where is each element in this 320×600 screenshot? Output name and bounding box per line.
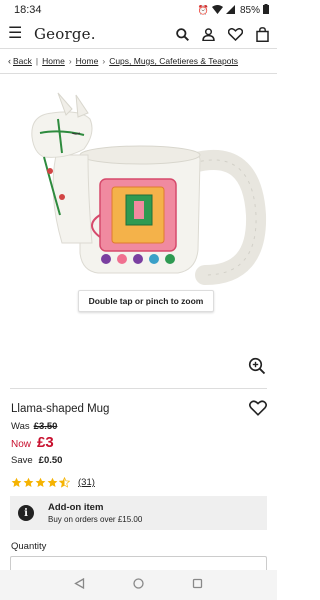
quantity-label: Quantity bbox=[11, 541, 47, 552]
star-icon bbox=[11, 477, 22, 487]
review-count-link[interactable]: (31) bbox=[78, 477, 95, 488]
add-to-wishlist-heart-icon[interactable] bbox=[249, 400, 267, 421]
battery-icon bbox=[263, 4, 269, 16]
account-icon[interactable] bbox=[202, 27, 215, 41]
site-header: ☰ George. bbox=[0, 20, 277, 48]
now-price: £3 bbox=[37, 434, 54, 451]
system-nav-bar bbox=[0, 570, 277, 600]
add-on-title: Add-on item bbox=[48, 502, 104, 513]
recents-square-icon[interactable] bbox=[192, 576, 203, 594]
now-label: Now bbox=[11, 439, 32, 450]
divider bbox=[10, 388, 267, 389]
add-on-item-notice: i Add-on item Buy on orders over £15.00 bbox=[10, 496, 267, 530]
star-icon bbox=[35, 477, 46, 487]
chevron-left-icon: ‹ bbox=[8, 56, 11, 66]
breadcrumb-separator: | bbox=[35, 56, 39, 66]
wishlist-icon[interactable] bbox=[228, 27, 243, 41]
half-star-icon bbox=[59, 477, 70, 488]
signal-icon bbox=[225, 4, 235, 16]
breadcrumb: ‹ Back | Home › Home › Cups, Mugs, Cafet… bbox=[0, 48, 277, 74]
zoom-hint: Double tap or pinch to zoom bbox=[78, 290, 214, 312]
status-bar: 18:34 ⏰ 85% bbox=[0, 0, 277, 20]
now-price-row: Now £3 bbox=[11, 434, 54, 451]
george-logo[interactable]: George. bbox=[34, 25, 176, 43]
home-circle-icon[interactable] bbox=[133, 576, 144, 594]
info-icon: i bbox=[18, 505, 34, 521]
add-on-subtitle: Buy on orders over £15.00 bbox=[48, 515, 143, 524]
star-icon bbox=[23, 477, 34, 487]
product-image[interactable] bbox=[0, 75, 277, 385]
alarm-icon: ⏰ bbox=[197, 4, 209, 15]
star-rating bbox=[11, 477, 70, 488]
status-time: 18:34 bbox=[14, 4, 42, 16]
chevron-right-icon: › bbox=[102, 56, 106, 66]
search-icon[interactable] bbox=[176, 27, 189, 41]
save-label: Save bbox=[11, 455, 33, 466]
was-price: £3.50 bbox=[33, 421, 58, 432]
breadcrumb-category-link[interactable]: Cups, Mugs, Cafetieres & Teapots bbox=[109, 56, 238, 66]
quantity-selector[interactable] bbox=[10, 556, 267, 570]
was-price-row: Was £3.50 bbox=[11, 421, 57, 432]
llama-mug-illustration bbox=[31, 92, 267, 285]
wifi-icon bbox=[211, 4, 223, 16]
product-title: Llama-shaped Mug bbox=[11, 403, 110, 415]
chevron-right-icon: › bbox=[68, 56, 72, 66]
back-triangle-icon[interactable] bbox=[74, 576, 85, 594]
save-row: Save £0.50 bbox=[11, 455, 62, 466]
breadcrumb-home-link-2[interactable]: Home bbox=[76, 56, 99, 66]
battery-percent: 85% bbox=[239, 4, 260, 16]
menu-icon[interactable]: ☰ bbox=[8, 26, 26, 42]
zoom-in-icon[interactable] bbox=[248, 357, 266, 380]
save-amount: £0.50 bbox=[38, 455, 63, 466]
rating[interactable]: (31) bbox=[11, 477, 95, 488]
breadcrumb-back-link[interactable]: Back bbox=[13, 56, 32, 66]
was-label: Was bbox=[11, 421, 30, 432]
star-icon bbox=[47, 477, 58, 487]
basket-icon[interactable] bbox=[256, 26, 269, 42]
breadcrumb-home-link[interactable]: Home bbox=[42, 56, 65, 66]
